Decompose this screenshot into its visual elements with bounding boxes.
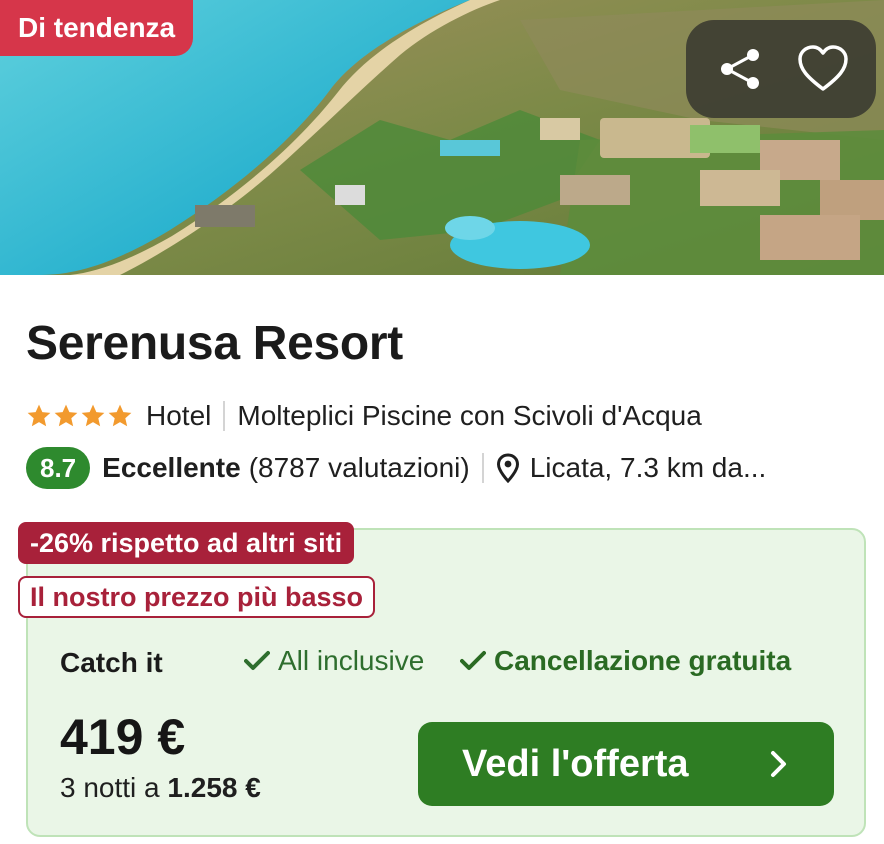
share-icon: [720, 49, 759, 89]
hotel-photo[interactable]: Di tendenza: [0, 0, 884, 275]
total-price: 3 notti a 1.258 €: [60, 772, 261, 804]
hotel-type: Hotel: [146, 400, 212, 431]
view-offer-button[interactable]: Vedi l'offerta: [418, 722, 834, 806]
feature-label: All inclusive: [278, 645, 425, 676]
price-per-night: 419 €: [60, 709, 186, 765]
star-rating: [26, 403, 134, 429]
chevron-right-icon: [771, 751, 786, 777]
nights-label: 3 notti a: [60, 772, 168, 803]
checkmark-icon: [244, 651, 270, 670]
heart-icon: [797, 45, 848, 91]
lowest-price-tag: Il nostro prezzo più basso: [18, 576, 376, 618]
divider: [223, 401, 226, 431]
star-icon: [81, 404, 105, 427]
offer-provider: Catch it: [60, 647, 163, 678]
location-pin-icon: [496, 453, 520, 483]
trending-badge: Di tendenza: [0, 0, 194, 56]
feature-label: Cancellazione gratuita: [494, 645, 792, 676]
total-amount: 1.258 €: [167, 772, 261, 803]
discount-tag: -26% rispetto ad altri siti: [18, 522, 355, 564]
review-count[interactable]: (8787 valutazioni): [249, 452, 470, 484]
hotel-info-row: Hotel Molteplici Piscine con Scivoli d'A…: [26, 396, 702, 436]
star-icon: [108, 404, 132, 427]
view-offer-label: Vedi l'offerta: [462, 742, 689, 785]
star-icon: [54, 404, 78, 427]
feature-free-cancellation: Cancellazione gratuita: [460, 645, 791, 677]
hotel-highlight: Molteplici Piscine con Scivoli d'Acqua: [237, 400, 702, 431]
share-button[interactable]: [705, 34, 775, 104]
divider: [481, 453, 484, 483]
feature-all-inclusive: All inclusive: [244, 645, 424, 677]
photo-actions: [686, 20, 876, 118]
hotel-location[interactable]: Licata, 7.3 km da...: [530, 452, 767, 484]
favorite-button[interactable]: [788, 34, 858, 104]
rating-label: Eccellente: [102, 452, 241, 483]
star-icon: [27, 404, 51, 427]
rating-score-badge: 8.7: [26, 447, 91, 489]
checkmark-icon: [460, 651, 486, 670]
rating-row: 8.7 Eccellente (8787 valutazioni) Licata…: [26, 446, 866, 490]
hotel-name[interactable]: Serenusa Resort: [26, 316, 403, 371]
